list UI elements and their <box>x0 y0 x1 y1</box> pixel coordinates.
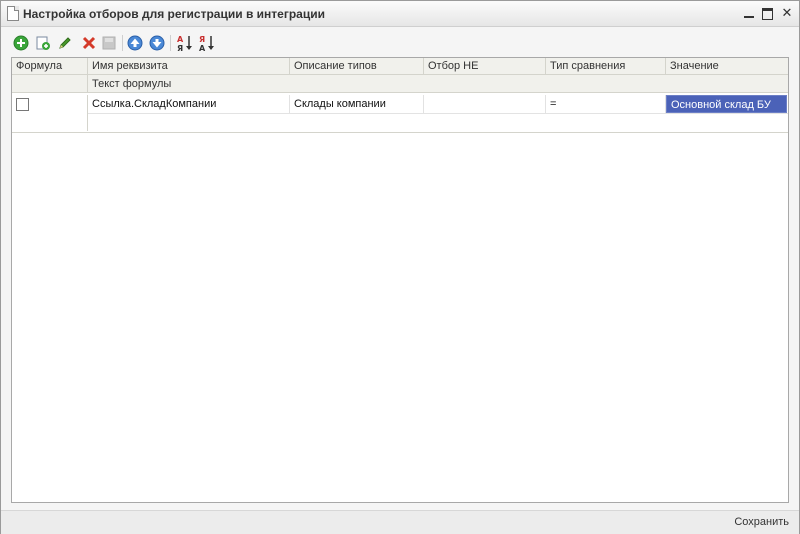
svg-text:Я: Я <box>199 35 205 44</box>
disabled-button[interactable] <box>99 33 119 53</box>
svg-text:Я: Я <box>177 44 183 52</box>
window-title: Настройка отборов для регистрации в инте… <box>23 7 325 21</box>
row-bottom-border <box>12 132 788 133</box>
add-button[interactable] <box>11 33 31 53</box>
type-description-cell[interactable]: Склады компании <box>290 95 424 113</box>
value-cell[interactable]: Основной склад БУ <box>666 95 787 113</box>
column-header-formula[interactable]: Формула <box>12 58 88 75</box>
column-header-type-description[interactable]: Описание типов <box>290 58 424 75</box>
edit-button[interactable] <box>55 33 75 53</box>
attribute-name-cell[interactable]: Ссылка.СкладКомпании <box>88 95 290 113</box>
document-icon <box>7 6 19 21</box>
move-down-icon <box>149 35 165 51</box>
subheader-spacer <box>12 75 88 93</box>
svg-text:A: A <box>199 44 206 52</box>
copy-icon <box>36 36 50 50</box>
save-button[interactable]: Сохранить <box>734 516 789 528</box>
edit-icon <box>59 37 71 49</box>
filter-not-cell[interactable] <box>424 95 546 113</box>
dialog-window: Настройка отборов для регистрации в инте… <box>0 0 800 534</box>
delete-button[interactable] <box>79 33 99 53</box>
minimize-button[interactable] <box>742 6 756 20</box>
formula-checkbox[interactable] <box>16 98 29 111</box>
column-header-formula-text[interactable]: Текст формулы <box>88 75 788 93</box>
sort-ascending-button[interactable]: A Я <box>175 33 195 53</box>
column-header-filter-not[interactable]: Отбор НЕ <box>424 58 546 75</box>
table-row-formula-cell[interactable] <box>12 95 88 131</box>
sort-ascending-icon: A Я <box>177 35 192 52</box>
minimize-icon <box>744 16 754 18</box>
formula-text-cell[interactable] <box>88 114 788 132</box>
move-up-icon <box>127 35 143 51</box>
title-bar[interactable]: Настройка отборов для регистрации в инте… <box>1 1 799 27</box>
move-up-button[interactable] <box>125 33 145 53</box>
add-icon <box>13 35 29 51</box>
column-header-attribute-name[interactable]: Имя реквизита <box>88 58 290 75</box>
copy-button[interactable] <box>33 33 53 53</box>
toolbar-separator <box>122 35 123 51</box>
footer-bar: Сохранить <box>1 510 799 534</box>
sort-descending-button[interactable]: Я A <box>197 33 217 53</box>
sort-descending-icon: Я A <box>199 35 214 52</box>
close-button[interactable]: ✕ <box>780 6 794 20</box>
comparison-type-cell[interactable]: = <box>546 95 666 113</box>
svg-text:A: A <box>177 35 184 44</box>
toolbar-separator <box>170 35 171 51</box>
disabled-icon <box>102 36 116 50</box>
move-down-button[interactable] <box>147 33 167 53</box>
maximize-icon <box>762 8 773 20</box>
maximize-button[interactable] <box>761 6 775 20</box>
column-header-comparison-type[interactable]: Тип сравнения <box>546 58 666 75</box>
column-header-value[interactable]: Значение <box>666 58 788 75</box>
delete-icon <box>82 36 96 50</box>
close-icon: ✕ <box>781 5 793 20</box>
filters-table[interactable]: Формула Имя реквизита Описание типов Отб… <box>11 57 789 503</box>
toolbar: A Я Я A <box>11 33 411 55</box>
